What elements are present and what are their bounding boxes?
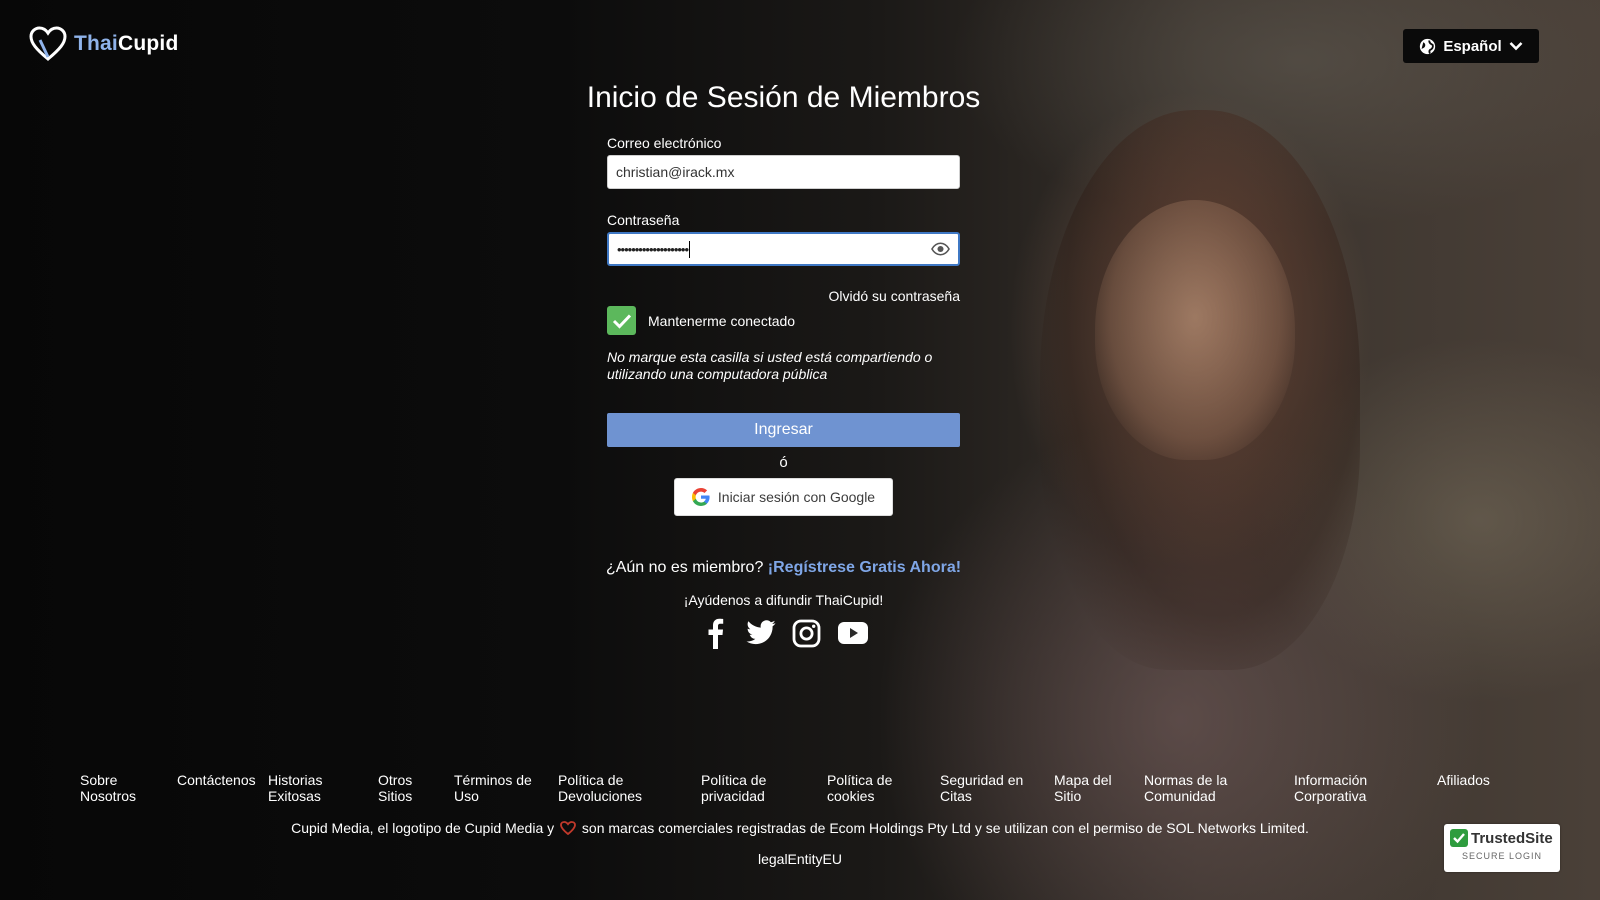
footer-link-about[interactable]: Sobre Nosotros: [80, 772, 177, 804]
footer-nav: Sobre Nosotros Contáctenos Historias Exi…: [80, 772, 1520, 804]
footer-link-privacy[interactable]: Política de privacidad: [701, 772, 771, 804]
email-field[interactable]: christian@irack.mx: [607, 155, 960, 189]
register-link[interactable]: ¡Regístrese Gratis Ahora!: [768, 559, 961, 576]
footer-link-success-stories[interactable]: Historias Exitosas: [268, 772, 338, 804]
google-signin-button[interactable]: Iniciar sesión con Google: [674, 478, 893, 516]
check-shield-icon: [1450, 829, 1468, 847]
footer-link-other-sites[interactable]: Otros Sitios: [378, 772, 418, 804]
background-photo-face: [1095, 200, 1295, 460]
footer-link-terms[interactable]: Términos de Uso: [454, 772, 534, 804]
checkmark-icon: [612, 313, 631, 329]
text-caret: [689, 240, 691, 258]
footer-link-community[interactable]: Normas de la Comunidad: [1144, 772, 1234, 804]
heart-icon: [560, 821, 576, 835]
password-field[interactable]: ••••••••••••••••••••: [607, 232, 960, 266]
register-prompt-text: ¿Aún no es miembro?: [605, 559, 764, 576]
globe-icon: [1420, 38, 1436, 54]
footer-link-contact[interactable]: Contáctenos: [177, 772, 268, 804]
or-separator: ó: [779, 454, 788, 471]
page-title: Inicio de Sesión de Miembros: [586, 81, 981, 114]
footer-link-cookies[interactable]: Política de cookies: [827, 772, 897, 804]
footer-link-safety[interactable]: Seguridad en Citas: [940, 772, 1030, 804]
email-label: Correo electrónico: [607, 135, 722, 151]
email-value: christian@irack.mx: [616, 164, 735, 180]
site-logo[interactable]: ThaiCupid: [28, 26, 178, 62]
footer-link-refunds[interactable]: Política de Devoluciones: [558, 772, 678, 804]
trustedsite-badge[interactable]: TrustedSite SECURE LOGIN: [1444, 824, 1560, 872]
instagram-icon[interactable]: [792, 617, 822, 649]
forgot-password-link[interactable]: Olvidó su contraseña: [607, 288, 960, 304]
legal-text-part1: Cupid Media, el logotipo de Cupid Media …: [291, 820, 555, 836]
google-icon: [691, 488, 710, 506]
register-prompt: ¿Aún no es miembro? ¡Regístrese Gratis A…: [577, 558, 990, 577]
public-computer-note: No marque esta casilla si usted está com…: [607, 349, 933, 382]
password-label: Contraseña: [607, 212, 680, 228]
brand-name: ThaiCupid: [74, 32, 179, 55]
eye-icon[interactable]: [931, 242, 950, 256]
remember-me: Mantenerme conectado: [607, 306, 960, 335]
language-selector[interactable]: Español: [1403, 29, 1539, 63]
spread-the-word: ¡Ayúdenos a difundir ThaiCupid!: [683, 592, 884, 608]
footer-link-affiliates[interactable]: Afiliados: [1437, 772, 1507, 804]
legal-entity: legalEntityEU: [757, 851, 843, 867]
footer-link-sitemap[interactable]: Mapa del Sitio: [1054, 772, 1114, 804]
social-links: [607, 617, 960, 649]
trustedsite-name: TrustedSite: [1471, 829, 1553, 847]
trustedsite-sub: SECURE LOGIN: [1461, 851, 1542, 861]
chevron-down-icon: [1509, 42, 1523, 51]
facebook-icon[interactable]: [700, 617, 730, 649]
password-value: ••••••••••••••••••••: [617, 241, 689, 257]
remember-checkbox[interactable]: [607, 306, 636, 335]
twitter-icon[interactable]: [745, 617, 776, 649]
legal-notice: Cupid Media, el logotipo de Cupid Media …: [0, 820, 1600, 836]
footer-link-corporate[interactable]: Información Corporativa: [1294, 772, 1384, 804]
remember-label: Mantenerme conectado: [648, 312, 796, 329]
language-label: Español: [1443, 37, 1502, 55]
heart-logo-icon: [29, 26, 67, 61]
google-signin-label: Iniciar sesión con Google: [717, 489, 876, 505]
login-form: Inicio de Sesión de Miembros Correo elec…: [587, 80, 980, 649]
login-button[interactable]: Ingresar: [607, 413, 960, 447]
youtube-icon[interactable]: [837, 617, 868, 649]
legal-text-part2: son marcas comerciales registradas de Ec…: [581, 820, 1309, 836]
